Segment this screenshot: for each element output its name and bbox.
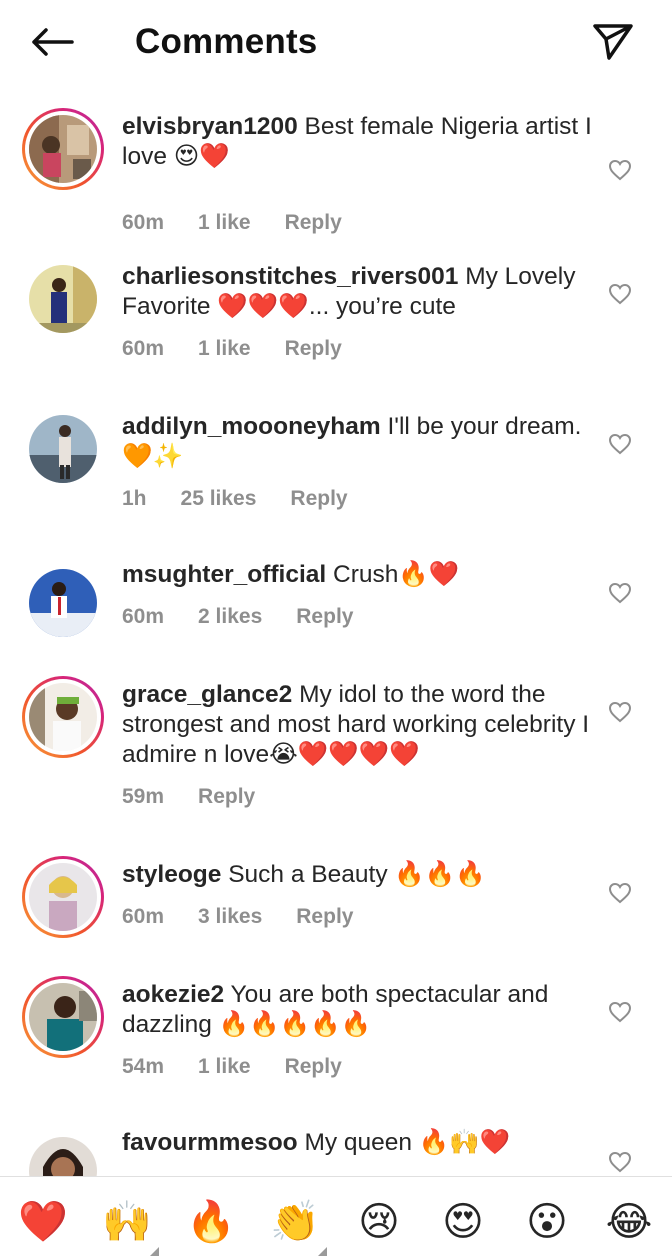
skin-tone-indicator: [150, 1247, 159, 1256]
emoji-red-heart[interactable]: ❤️: [18, 1197, 68, 1247]
heart-outline-icon: [608, 1001, 632, 1023]
like-comment-button[interactable]: [604, 154, 636, 186]
emoji-crying-face[interactable]: 😢: [354, 1197, 404, 1247]
emoji-clapping-hands[interactable]: 👏: [270, 1197, 320, 1247]
reply-button[interactable]: Reply: [290, 487, 347, 510]
emoji-surprised-face[interactable]: 😮: [522, 1197, 572, 1247]
comment-time: 59m: [122, 785, 165, 808]
paper-plane-icon: [593, 24, 633, 60]
heart-outline-icon: [608, 433, 632, 455]
avatar[interactable]: [22, 258, 104, 340]
skin-tone-indicator: [318, 1247, 327, 1256]
comment-likes[interactable]: 1 like: [198, 1055, 251, 1078]
comment-likes[interactable]: 1 like: [198, 337, 251, 360]
comment-username[interactable]: aokezie2: [122, 981, 224, 1008]
reply-button[interactable]: Reply: [296, 605, 353, 628]
comment-text: Crush🔥❤️: [333, 561, 460, 588]
reply-button[interactable]: Reply: [285, 211, 342, 234]
heart-outline-icon: [608, 159, 632, 181]
comments-list[interactable]: elvisbryan1200 Best female Nigeria artis…: [0, 84, 672, 1176]
avatar[interactable]: [22, 408, 104, 490]
reply-button[interactable]: Reply: [285, 337, 342, 360]
heart-outline-icon: [608, 283, 632, 305]
reply-button[interactable]: Reply: [198, 785, 255, 808]
like-comment-button[interactable]: [604, 877, 636, 909]
avatar[interactable]: [22, 108, 104, 190]
heart-outline-icon: [608, 882, 632, 904]
comment-likes[interactable]: 25 likes: [181, 487, 257, 510]
comment-likes[interactable]: 2 likes: [198, 605, 262, 628]
comment-time: 60m: [122, 211, 165, 234]
like-comment-button[interactable]: [604, 996, 636, 1028]
comment-time: 54m: [122, 1055, 165, 1078]
comment-username[interactable]: charliesonstitches_rivers001: [122, 263, 458, 290]
like-comment-button[interactable]: [604, 278, 636, 310]
comment-time: 60m: [122, 337, 165, 360]
arrow-left-icon: [32, 28, 74, 56]
avatar[interactable]: [22, 1130, 104, 1176]
like-comment-button[interactable]: [604, 696, 636, 728]
back-button[interactable]: [26, 20, 78, 64]
comment-time: 60m: [122, 905, 165, 928]
comment-likes[interactable]: 3 likes: [198, 905, 262, 928]
like-comment-button[interactable]: [604, 577, 636, 609]
avatar[interactable]: [22, 562, 104, 644]
avatar[interactable]: [22, 676, 104, 758]
emoji-heart-eyes[interactable]: 😍: [438, 1197, 488, 1247]
like-comment-button[interactable]: [604, 1146, 636, 1176]
reply-button[interactable]: Reply: [296, 905, 353, 928]
comment-username[interactable]: favourmmesoo: [122, 1129, 298, 1156]
comment-username[interactable]: grace_glance2: [122, 681, 292, 708]
comment-text: Such a Beauty 🔥🔥🔥: [228, 861, 486, 888]
heart-outline-icon: [608, 582, 632, 604]
comment-text: My queen 🔥🙌❤️: [304, 1129, 511, 1156]
reply-button[interactable]: Reply: [285, 1055, 342, 1078]
page-title: Comments: [135, 22, 318, 61]
heart-outline-icon: [608, 1151, 632, 1173]
emoji-fire[interactable]: 🔥: [186, 1197, 236, 1247]
comment-username[interactable]: msughter_official: [122, 561, 326, 588]
share-button[interactable]: [588, 18, 638, 66]
like-comment-button[interactable]: [604, 428, 636, 460]
avatar[interactable]: [22, 976, 104, 1058]
emoji-raising-hands[interactable]: 🙌: [102, 1197, 152, 1247]
comment-username[interactable]: addilyn_moooneyham: [122, 413, 381, 440]
avatar[interactable]: [22, 856, 104, 938]
comment-time: 1h: [122, 487, 147, 510]
comment-time: 60m: [122, 605, 165, 628]
heart-outline-icon: [608, 701, 632, 723]
comment-likes[interactable]: 1 like: [198, 211, 251, 234]
comment-username[interactable]: elvisbryan1200: [122, 113, 298, 140]
top-bar: Comments: [0, 0, 672, 84]
emoji-tears-of-joy[interactable]: 😂: [604, 1197, 654, 1247]
emoji-reaction-bar: ❤️ 🙌 🔥 👏 😢 😍 😮 😂: [0, 1176, 672, 1258]
comment-username[interactable]: styleoge: [122, 861, 221, 888]
